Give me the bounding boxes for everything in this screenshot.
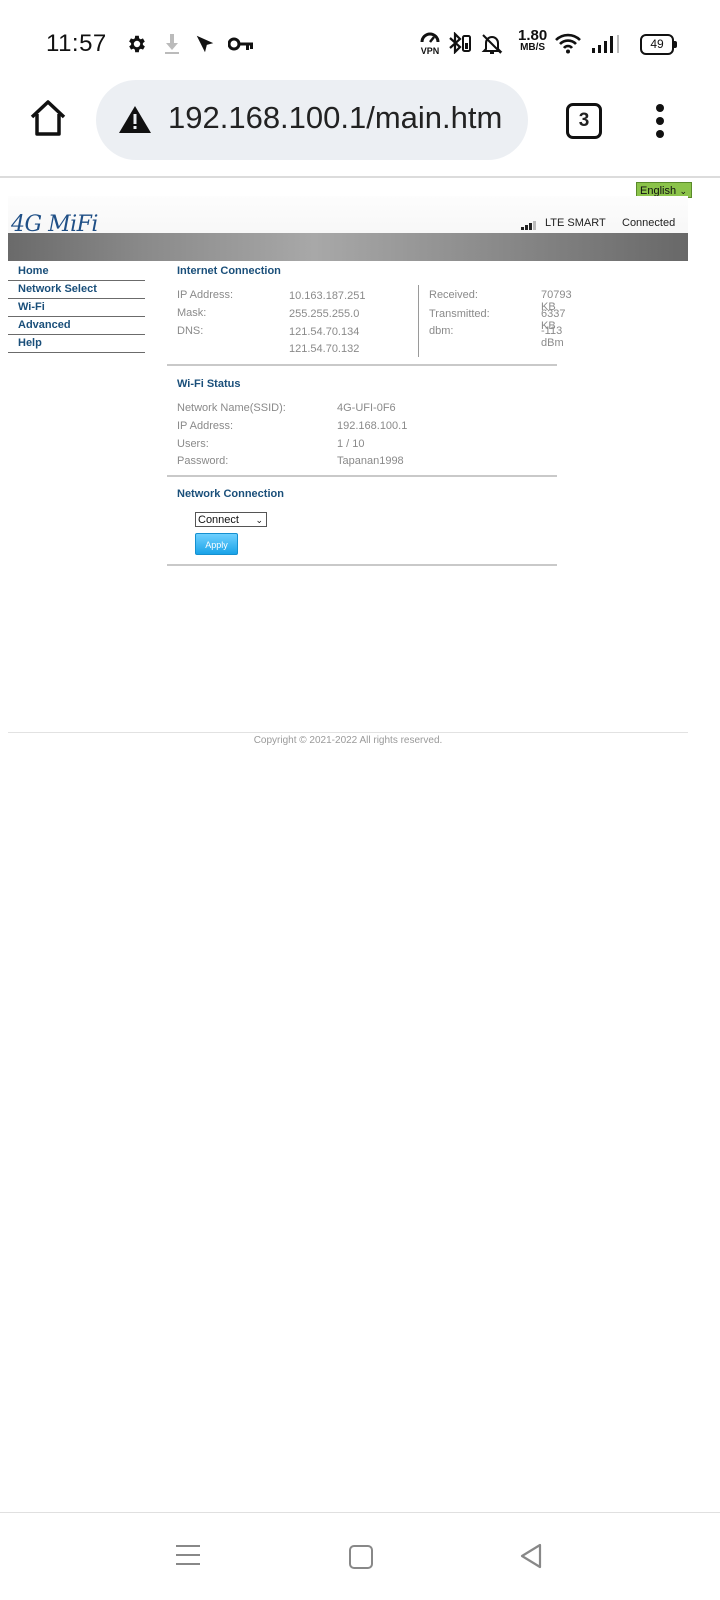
- nav-network-select[interactable]: Network Select: [8, 281, 145, 299]
- key-icon: [228, 37, 253, 51]
- ip-label: IP Address:: [177, 289, 234, 301]
- dns-value-1: 121.54.70.134: [289, 326, 360, 338]
- status-bar: 11:57 VPN 1.80 MB/S 49: [0, 0, 720, 88]
- ssid-value: 4G-UFI-0F6: [337, 402, 396, 414]
- connection-status: Connected: [622, 217, 676, 229]
- connection-select[interactable]: Connect ⌄: [195, 512, 267, 527]
- clock: 11:57: [46, 30, 107, 57]
- received-label: Received:: [429, 289, 478, 301]
- battery-icon: 49: [640, 34, 677, 55]
- network-operator: LTE SMART: [545, 217, 606, 229]
- nav-home[interactable]: Home: [8, 263, 145, 281]
- dns-label: DNS:: [177, 325, 204, 337]
- browser-menu-icon[interactable]: [656, 104, 664, 138]
- mask-value: 255.255.255.0: [289, 308, 360, 320]
- side-nav: Home Network Select Wi-Fi Advanced Help: [8, 263, 145, 353]
- wifi-ip-value: 192.168.100.1: [337, 420, 408, 432]
- column-divider: [418, 285, 419, 357]
- transmitted-label: Transmitted:: [429, 308, 490, 320]
- url-text[interactable]: 192.168.100.1/main.htm: [168, 100, 514, 136]
- home-icon[interactable]: [28, 98, 68, 138]
- chevron-down-icon: ⌄: [255, 515, 263, 525]
- tab-switcher-button[interactable]: 3: [566, 103, 602, 139]
- download-icon: [165, 34, 179, 54]
- users-value: 1 / 10: [337, 438, 365, 450]
- dbm-label: dbm:: [429, 325, 454, 337]
- apply-button[interactable]: Apply: [195, 533, 238, 555]
- copyright-text: Copyright © 2021-2022 All rights reserve…: [253, 735, 443, 746]
- nav-advanced[interactable]: Advanced: [8, 317, 145, 335]
- recent-apps-icon[interactable]: [176, 1545, 200, 1565]
- signal-strength-icon: [521, 221, 539, 230]
- password-value: Tapanan1998: [337, 455, 404, 467]
- footer-divider: [8, 732, 688, 733]
- network-speed: 1.80 MB/S: [518, 27, 548, 53]
- mask-label: Mask:: [177, 307, 207, 319]
- wifi-ip-label: IP Address:: [177, 420, 234, 432]
- header-banner: [8, 233, 688, 261]
- wifi-status-title: Wi-Fi Status: [177, 378, 241, 390]
- svg-text:VPN: VPN: [421, 46, 440, 56]
- nav-wifi[interactable]: Wi-Fi: [8, 299, 145, 317]
- section-divider: [167, 475, 557, 477]
- home-nav-icon[interactable]: [349, 1545, 373, 1569]
- dns-value-2: 121.54.70.132: [289, 343, 360, 355]
- navbar-divider: [0, 1512, 720, 1513]
- warning-icon[interactable]: [118, 104, 152, 134]
- ip-value: 10.163.187.251: [289, 290, 366, 302]
- vpn-icon: VPN: [420, 32, 440, 56]
- password-label: Password:: [177, 455, 229, 467]
- nav-help[interactable]: Help: [8, 335, 145, 353]
- wifi-icon: [555, 33, 581, 54]
- ssid-label: Network Name(SSID):: [177, 402, 286, 414]
- section-divider: [167, 564, 557, 566]
- send-icon: [196, 35, 214, 53]
- dbm-value: -113 dBm: [541, 325, 564, 349]
- section-divider: [167, 364, 557, 366]
- users-label: Users:: [177, 438, 209, 450]
- cell-signal-icon: [592, 35, 619, 53]
- toolbar-divider: [0, 176, 720, 178]
- network-connection-title: Network Connection: [177, 488, 284, 500]
- gear-icon: [129, 35, 145, 53]
- internet-connection-title: Internet Connection: [177, 265, 281, 277]
- back-icon[interactable]: [518, 1542, 544, 1570]
- bell-off-icon: [481, 34, 503, 54]
- bluetooth-icon: [449, 32, 471, 54]
